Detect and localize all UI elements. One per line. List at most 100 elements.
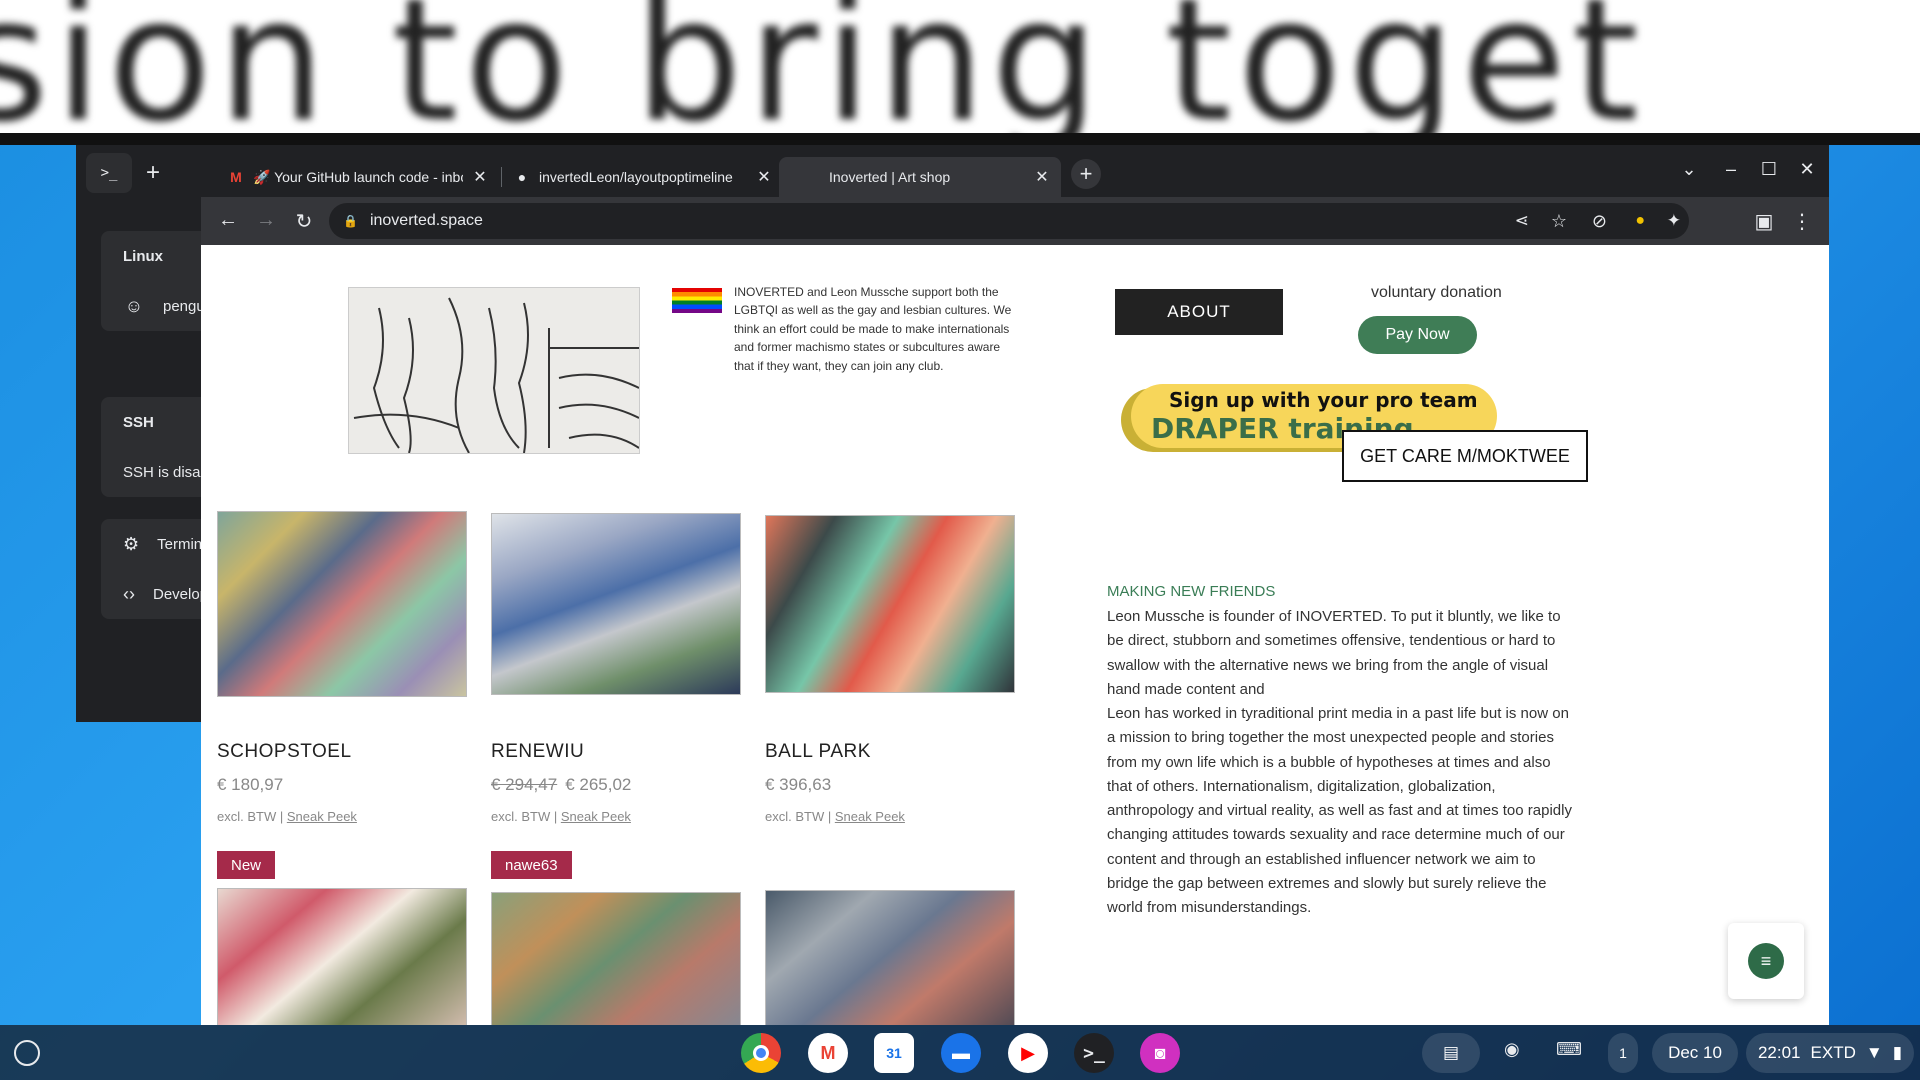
lgbt-statement: INOVERTED and Leon Mussche support both … [734,285,1012,373]
browser-window: M 🚀 Your GitHub launch code - inbox ✕ ● … [201,145,1829,1025]
menu-kebab-icon[interactable]: ⋮ [1789,209,1815,234]
calendar-icon[interactable]: 31 [874,1033,914,1073]
get-care-button[interactable]: GET CARE M/MOKTWEE [1342,430,1588,482]
terminal-tab-icon[interactable]: >_ [86,153,132,193]
sound-icon[interactable]: ◉ [1504,1039,1520,1060]
tab-title: Inoverted | Art shop [829,169,951,185]
holding-space-thumbnail[interactable]: ▤ [1422,1033,1480,1073]
terminal-tabbar: >_ + [76,145,206,201]
youtube-icon[interactable]: ▶ [1008,1033,1048,1073]
back-icon[interactable]: ← [215,209,241,232]
intro-paragraph: Leon Mussche is founder of INOVERTED. To… [1107,608,1561,698]
address-bar[interactable]: 🔒 inoverted.space ⋖ ☆ ⊘ ● ✦ [329,203,1689,239]
chat-icon: ≡ [1748,943,1784,979]
product-image-row2-3[interactable] [765,890,1015,1025]
close-icon[interactable]: ✕ [755,167,773,187]
donation-label: voluntary donation [1371,284,1502,301]
url-text: inoverted.space [369,212,483,229]
keyboard-layout: EXTD [1810,1043,1856,1062]
tax-note: excl. BTW | [217,809,287,824]
sneak-peek-link[interactable]: Sneak Peek [287,809,357,824]
product-image-ball-park[interactable] [765,515,1015,693]
magnifier-divider [0,133,1920,145]
close-icon[interactable]: ✕ [1033,167,1051,187]
product-note: excl. BTW | Sneak Peek [217,809,357,824]
screenshot-icon[interactable]: ◙ [1140,1033,1180,1073]
tab-title: invertedLeon/layoutpoptimeline [539,169,733,185]
sale-price: € 265,02 [565,775,632,794]
chrome-icon[interactable] [741,1033,781,1073]
old-price: € 294,47 [491,775,558,794]
close-icon[interactable]: ✕ [471,167,489,187]
github-icon: ● [517,169,527,185]
penguin-icon: ☺ [124,295,144,316]
reload-icon[interactable]: ↻ [291,209,317,234]
battery-icon: ▮ [1892,1043,1903,1062]
product-price: € 294,47 € 265,02 [491,775,631,795]
compass-extension-icon[interactable]: ⊘ [1592,211,1607,232]
minimize-icon[interactable]: – [1719,159,1743,180]
puzzle-extensions-icon[interactable]: ✦ [1667,211,1681,231]
gmail-icon: M [230,169,242,185]
tax-note: excl. BTW | [491,809,561,824]
notification-count-badge[interactable]: 1 [1608,1033,1638,1073]
keyboard-icon[interactable]: ⌨ [1556,1039,1582,1060]
tab-github[interactable]: ● invertedLeon/layoutpoptimeline ✕ [503,157,783,197]
side-panel-icon[interactable]: ▣ [1751,209,1777,234]
promo-headline: Sign up with your pro team [1169,388,1478,412]
product-price: € 396,63 [765,775,832,794]
product-name[interactable]: SCHOPSTOEL [217,741,352,763]
browser-toolbar: ← → ↻ 🔒 inoverted.space ⋖ ☆ ⊘ ● ✦ ▣ ⋮ [201,197,1829,245]
wifi-icon: ▼ [1865,1043,1883,1062]
shelf: M 31 ▬ ▶ >_ ◙ ▤ ◉ ⌨ 1 Dec 10 22:01 EXTD … [0,1025,1920,1080]
tax-note: excl. BTW | [765,809,835,824]
about-button[interactable]: ABOUT [1115,289,1283,335]
product-image-schopstoel[interactable] [217,511,467,697]
forward-icon[interactable]: → [253,209,279,232]
clock-time: 22:01 [1757,1043,1801,1062]
tab-gmail[interactable]: M 🚀 Your GitHub launch code - inbox ✕ [217,157,499,197]
product-price: € 180,97 [217,775,284,794]
magnifier-banner: sion to bring toget [0,0,1920,133]
share-icon[interactable]: ⋖ [1515,211,1529,231]
gmail-icon[interactable]: M [808,1033,848,1073]
product-image-renewiu[interactable] [491,513,741,695]
lock-icon[interactable]: 🔒 [343,214,358,228]
product-note: excl. BTW | Sneak Peek [491,809,631,824]
section-title: MAKING NEW FRIENDS [1107,583,1276,600]
rainbow-flag-icon [672,288,722,313]
tab-strip: M 🚀 Your GitHub launch code - inbox ✕ ● … [201,145,1829,197]
ribbon-badge: nawe63 [491,851,572,879]
tab-title: 🚀 Your GitHub launch code - inbox [253,168,463,185]
pay-now-button[interactable]: Pay Now [1358,316,1477,354]
tab-search-icon[interactable]: ⌄ [1677,159,1701,180]
product-note: excl. BTW | Sneak Peek [765,809,905,824]
product-image-row2-2[interactable] [491,892,741,1025]
web-page: INOVERTED and Leon Mussche support both … [201,245,1829,1025]
extension-icon[interactable]: ● [1635,212,1645,230]
ribbon-badge: New [217,851,276,879]
chat-widget[interactable]: ≡ [1728,923,1804,999]
sneak-peek-link[interactable]: Sneak Peek [835,809,905,824]
mission-paragraph: Leon has worked in tyraditional print me… [1107,705,1572,917]
terminal-window: >_ + Linux ☺ penguin SSH SSH is disabled… [76,145,221,722]
product-name[interactable]: BALL PARK [765,741,871,763]
tab-art-shop[interactable]: Inoverted | Art shop ✕ [779,157,1061,197]
sneak-peek-link[interactable]: Sneak Peek [561,809,631,824]
maximize-icon[interactable]: ☐ [1757,159,1781,180]
terminal-icon[interactable]: >_ [1074,1033,1114,1073]
status-area[interactable]: 22:01 EXTD ▼ ▮ [1746,1033,1914,1073]
close-window-icon[interactable]: ✕ [1795,159,1819,180]
terminal-new-tab-icon[interactable]: + [146,159,160,187]
product-image-row2-1[interactable] [217,888,467,1025]
code-icon: ‹› [123,583,135,604]
date-pill[interactable]: Dec 10 [1652,1033,1738,1073]
magnified-text: sion to bring toget [0,0,1645,133]
sketch-artwork-image[interactable] [348,287,640,454]
files-icon[interactable]: ▬ [941,1033,981,1073]
gear-icon: ⚙ [123,533,140,554]
new-tab-button[interactable]: + [1071,159,1101,189]
launcher-icon[interactable] [14,1040,40,1066]
bookmark-star-icon[interactable]: ☆ [1551,211,1567,232]
product-name[interactable]: RENEWIU [491,741,584,763]
